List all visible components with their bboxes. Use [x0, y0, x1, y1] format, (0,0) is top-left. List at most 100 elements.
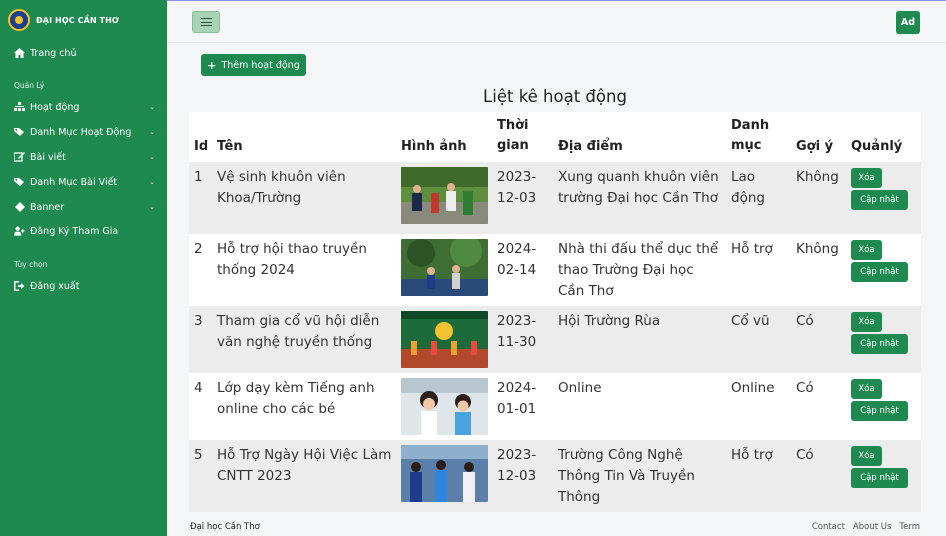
- logout-icon: [14, 281, 25, 292]
- add-activity-label: Thêm hoạt động: [221, 59, 300, 71]
- delete-button[interactable]: Xóa: [851, 240, 882, 260]
- cell-id: 5: [194, 447, 203, 463]
- chevron-down-icon: ⌄: [149, 203, 155, 211]
- cell-name: Hỗ trợ hội thao truyền thống 2024: [217, 241, 367, 278]
- cell-name: Hỗ Trợ Ngày Hội Việc Làm CNTT 2023: [217, 447, 392, 484]
- update-button[interactable]: Cập nhật: [851, 190, 908, 210]
- column-header-image: Hình ảnh: [401, 139, 467, 154]
- delete-button[interactable]: Xóa: [851, 379, 882, 399]
- sidebar-item-label: Đăng xuất: [30, 280, 80, 292]
- chevron-down-icon: ⌄: [149, 128, 155, 136]
- chevron-down-icon: ⌄: [149, 178, 155, 186]
- column-header-category: Danh mục: [731, 118, 770, 153]
- column-header-id: Id: [194, 139, 209, 154]
- cell-time: 2023-12-03: [497, 169, 537, 206]
- cell-place: Xung quanh khuôn viên trường Đại học Cần…: [558, 169, 719, 206]
- sidebar-item-activities[interactable]: Hoạt động ⌄: [0, 97, 167, 117]
- activity-image: [401, 167, 488, 224]
- brand-name: ĐẠI HỌC CẦN THƠ: [36, 15, 119, 25]
- cell-time: 2024-02-14: [497, 241, 537, 278]
- footer-links: Contact About Us Term: [812, 522, 920, 532]
- cell-id: 2: [194, 241, 203, 257]
- table-header: Id Tên Hình ảnh Thời gian Địa điểm Danh …: [189, 112, 921, 162]
- table-row: 5 Hỗ Trợ Ngày Hội Việc Làm CNTT 2023 202…: [189, 440, 921, 512]
- hamburger-icon: [200, 18, 212, 26]
- sidebar-item-logout[interactable]: Đăng xuất: [0, 276, 167, 296]
- footer-brand: Đại học Cần Thơ: [190, 522, 260, 532]
- sidebar-item-posts[interactable]: Bài viết ⌄: [0, 147, 167, 167]
- update-button[interactable]: Cập nhật: [851, 468, 908, 488]
- section-manage: Quản Lý: [14, 81, 45, 90]
- update-button[interactable]: Cập nhật: [851, 262, 908, 282]
- sidebar-item-post-categories[interactable]: Danh Mục Bài Viết ⌄: [0, 172, 167, 192]
- sidebar-item-activity-categories[interactable]: Danh Mục Hoạt Động ⌄: [0, 122, 167, 142]
- edit-icon: [14, 152, 25, 163]
- cell-id: 3: [194, 313, 203, 329]
- cell-suggest: Có: [796, 313, 814, 329]
- avatar[interactable]: Ad: [896, 11, 920, 34]
- sitemap-icon: [14, 102, 25, 113]
- cell-name: Lớp dạy kèm Tiếng anh online cho các bé: [217, 380, 375, 417]
- delete-button[interactable]: Xóa: [851, 446, 882, 466]
- user-add-icon: [14, 226, 25, 237]
- cell-suggest: Không: [796, 169, 839, 185]
- section-options: Tùy chọn: [14, 260, 48, 269]
- university-logo-icon: [8, 9, 30, 31]
- brand[interactable]: ĐẠI HỌC CẦN THƠ: [0, 0, 167, 40]
- cell-suggest: Không: [796, 241, 839, 257]
- update-button[interactable]: Cập nhật: [851, 401, 908, 421]
- activity-image: [401, 311, 488, 368]
- cell-category: Hỗ trợ: [731, 241, 773, 257]
- cell-suggest: Có: [796, 447, 814, 463]
- tag-icon: [14, 127, 25, 138]
- cell-place: Trường Công Nghệ Thông Tin Và Truyền Thô…: [558, 447, 695, 505]
- sidebar-item-label: Hoạt động: [30, 101, 80, 113]
- add-activity-button[interactable]: + Thêm hoạt động: [201, 54, 306, 76]
- cell-place: Online: [558, 380, 602, 396]
- sidebar-item-registrations[interactable]: Đăng Ký Tham Gia: [0, 221, 167, 241]
- diamond-icon: [14, 202, 25, 213]
- cell-id: 1: [194, 169, 203, 185]
- activity-image: [401, 239, 488, 296]
- cell-name: Vệ sinh khuôn viên Khoa/Trường: [217, 169, 346, 206]
- update-button[interactable]: Cập nhật: [851, 334, 908, 354]
- table-row: 3 Tham gia cổ vũ hội diễn văn nghệ truyề…: [189, 306, 921, 373]
- footer-link-contact[interactable]: Contact: [812, 522, 845, 532]
- cell-time: 2024-01-01: [497, 380, 537, 417]
- cell-suggest: Có: [796, 380, 814, 396]
- column-header-manage: Quảnlý: [851, 139, 903, 154]
- delete-button[interactable]: Xóa: [851, 168, 882, 188]
- sidebar-item-banner[interactable]: Banner ⌄: [0, 197, 167, 217]
- sidebar-item-label: Danh Mục Hoạt Động: [30, 126, 132, 138]
- chevron-down-icon: ⌄: [149, 153, 155, 161]
- chevron-down-icon: ⌄: [149, 103, 155, 111]
- table-row: 2 Hỗ trợ hội thao truyền thống 2024 2024…: [189, 234, 921, 306]
- cell-category: Lao động: [731, 169, 765, 206]
- cell-category: Online: [731, 380, 775, 396]
- menu-toggle-button[interactable]: [192, 11, 220, 33]
- activity-image: [401, 378, 488, 435]
- cell-category: Cổ vũ: [731, 313, 770, 329]
- activities-table: Id Tên Hình ảnh Thời gian Địa điểm Danh …: [189, 112, 921, 512]
- page-title: Liệt kê hoạt động: [483, 87, 627, 106]
- cell-time: 2023-12-03: [497, 447, 537, 484]
- sidebar-item-home[interactable]: Trang chủ: [0, 43, 167, 63]
- cell-category: Hỗ trợ: [731, 447, 773, 463]
- footer-link-about[interactable]: About Us: [853, 522, 891, 532]
- sidebar: ĐẠI HỌC CẦN THƠ Trang chủ Quản Lý Hoạt đ…: [0, 0, 167, 536]
- sidebar-item-label: Bài viết: [30, 151, 66, 163]
- cell-place: Nhà thi đấu thể dục thể thao Trường Đại …: [558, 241, 719, 299]
- footer-link-term[interactable]: Term: [899, 522, 920, 532]
- column-header-time: Thời gian: [497, 118, 529, 153]
- column-header-name: Tên: [217, 139, 243, 154]
- plus-icon: +: [207, 58, 217, 72]
- sidebar-item-label: Đăng Ký Tham Gia: [30, 225, 119, 237]
- topbar: Ad: [167, 0, 946, 43]
- activity-image: [401, 445, 488, 502]
- cell-id: 4: [194, 380, 203, 396]
- sidebar-item-label: Banner: [30, 201, 65, 213]
- sidebar-item-label: Danh Mục Bài Viết: [30, 176, 118, 188]
- column-header-suggest: Gợi ý: [796, 139, 834, 154]
- sidebar-item-label: Trang chủ: [30, 47, 77, 59]
- delete-button[interactable]: Xóa: [851, 312, 882, 332]
